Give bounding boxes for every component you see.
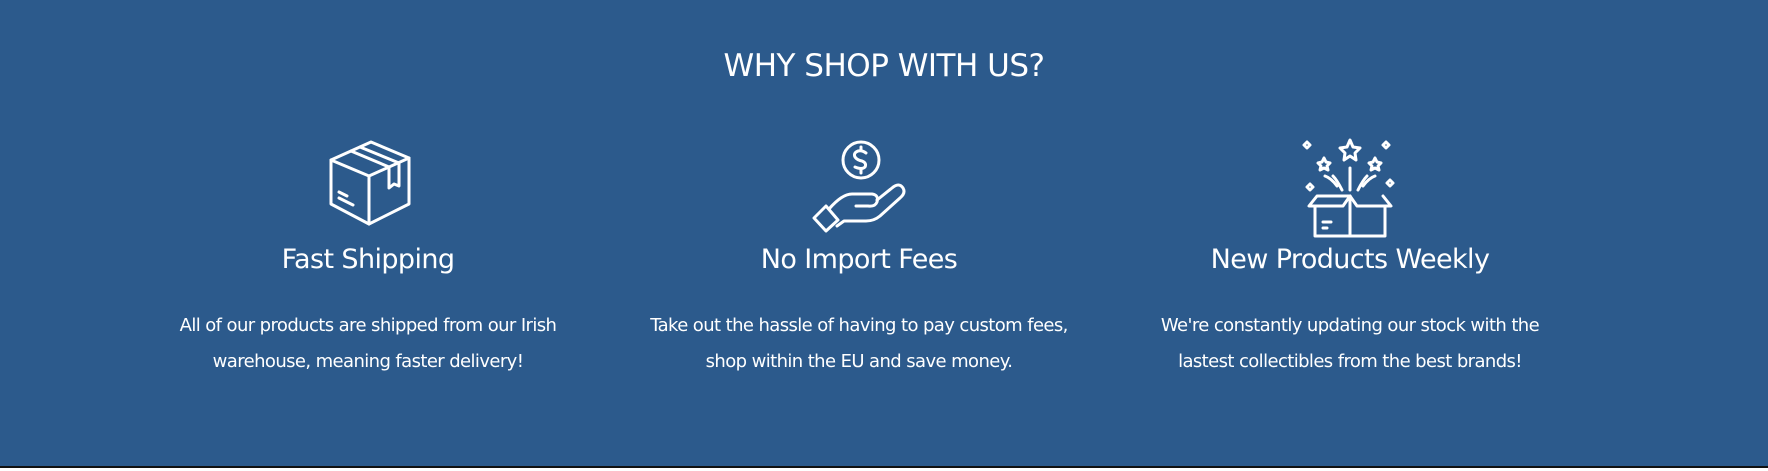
gift-box-stars-icon xyxy=(1302,138,1395,238)
section-bottom-divider xyxy=(0,466,1768,468)
feature-fast-shipping: Fast Shipping All of our products are sh… xyxy=(148,136,588,372)
section-heading: WHY SHOP WITH US? xyxy=(723,48,1045,84)
feature-title: New Products Weekly xyxy=(1210,244,1490,275)
feature-new-products-weekly: New Products Weekly We're constantly upd… xyxy=(1130,136,1570,372)
feature-description: All of our products are shipped from our… xyxy=(179,315,557,372)
feature-title: Fast Shipping xyxy=(281,244,455,275)
package-box-icon xyxy=(329,140,411,226)
feature-description: We're constantly updating our stock with… xyxy=(1160,315,1540,372)
hand-coin-dollar-icon xyxy=(812,140,906,233)
feature-no-import-fees: No Import Fees Take out the hassle of ha… xyxy=(639,136,1079,372)
why-shop-section: WHY SHOP WITH US? Fast Shipping All of o… xyxy=(0,0,1768,466)
feature-title: No Import Fees xyxy=(760,244,958,275)
feature-description: Take out the hassle of having to pay cus… xyxy=(650,315,1068,372)
